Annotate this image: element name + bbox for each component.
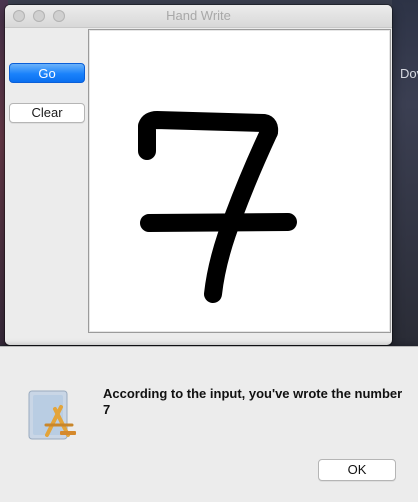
alert-dialog: According to the input, you've wrote the… xyxy=(0,346,418,502)
sidebar: Go Clear xyxy=(5,28,87,345)
window-title: Hand Write xyxy=(166,8,231,23)
desktop-background-right xyxy=(392,0,418,345)
clear-button[interactable]: Clear xyxy=(9,103,85,123)
alert-message: According to the input, you've wrote the… xyxy=(103,386,403,417)
digit-top-stroke xyxy=(138,111,279,160)
title-bar[interactable]: Hand Write xyxy=(5,5,392,28)
app-icon xyxy=(28,390,76,440)
go-button[interactable]: Go xyxy=(9,63,85,83)
digit-diagonal-stroke xyxy=(204,123,278,303)
ok-button[interactable]: OK xyxy=(318,459,396,481)
desktop-background-text: Dov xyxy=(400,66,418,81)
handwritten-digit xyxy=(138,111,297,303)
digit-cross-stroke xyxy=(140,213,297,232)
hand-write-window: Hand Write Go Clear xyxy=(5,5,392,345)
drawing-canvas[interactable] xyxy=(88,29,391,333)
